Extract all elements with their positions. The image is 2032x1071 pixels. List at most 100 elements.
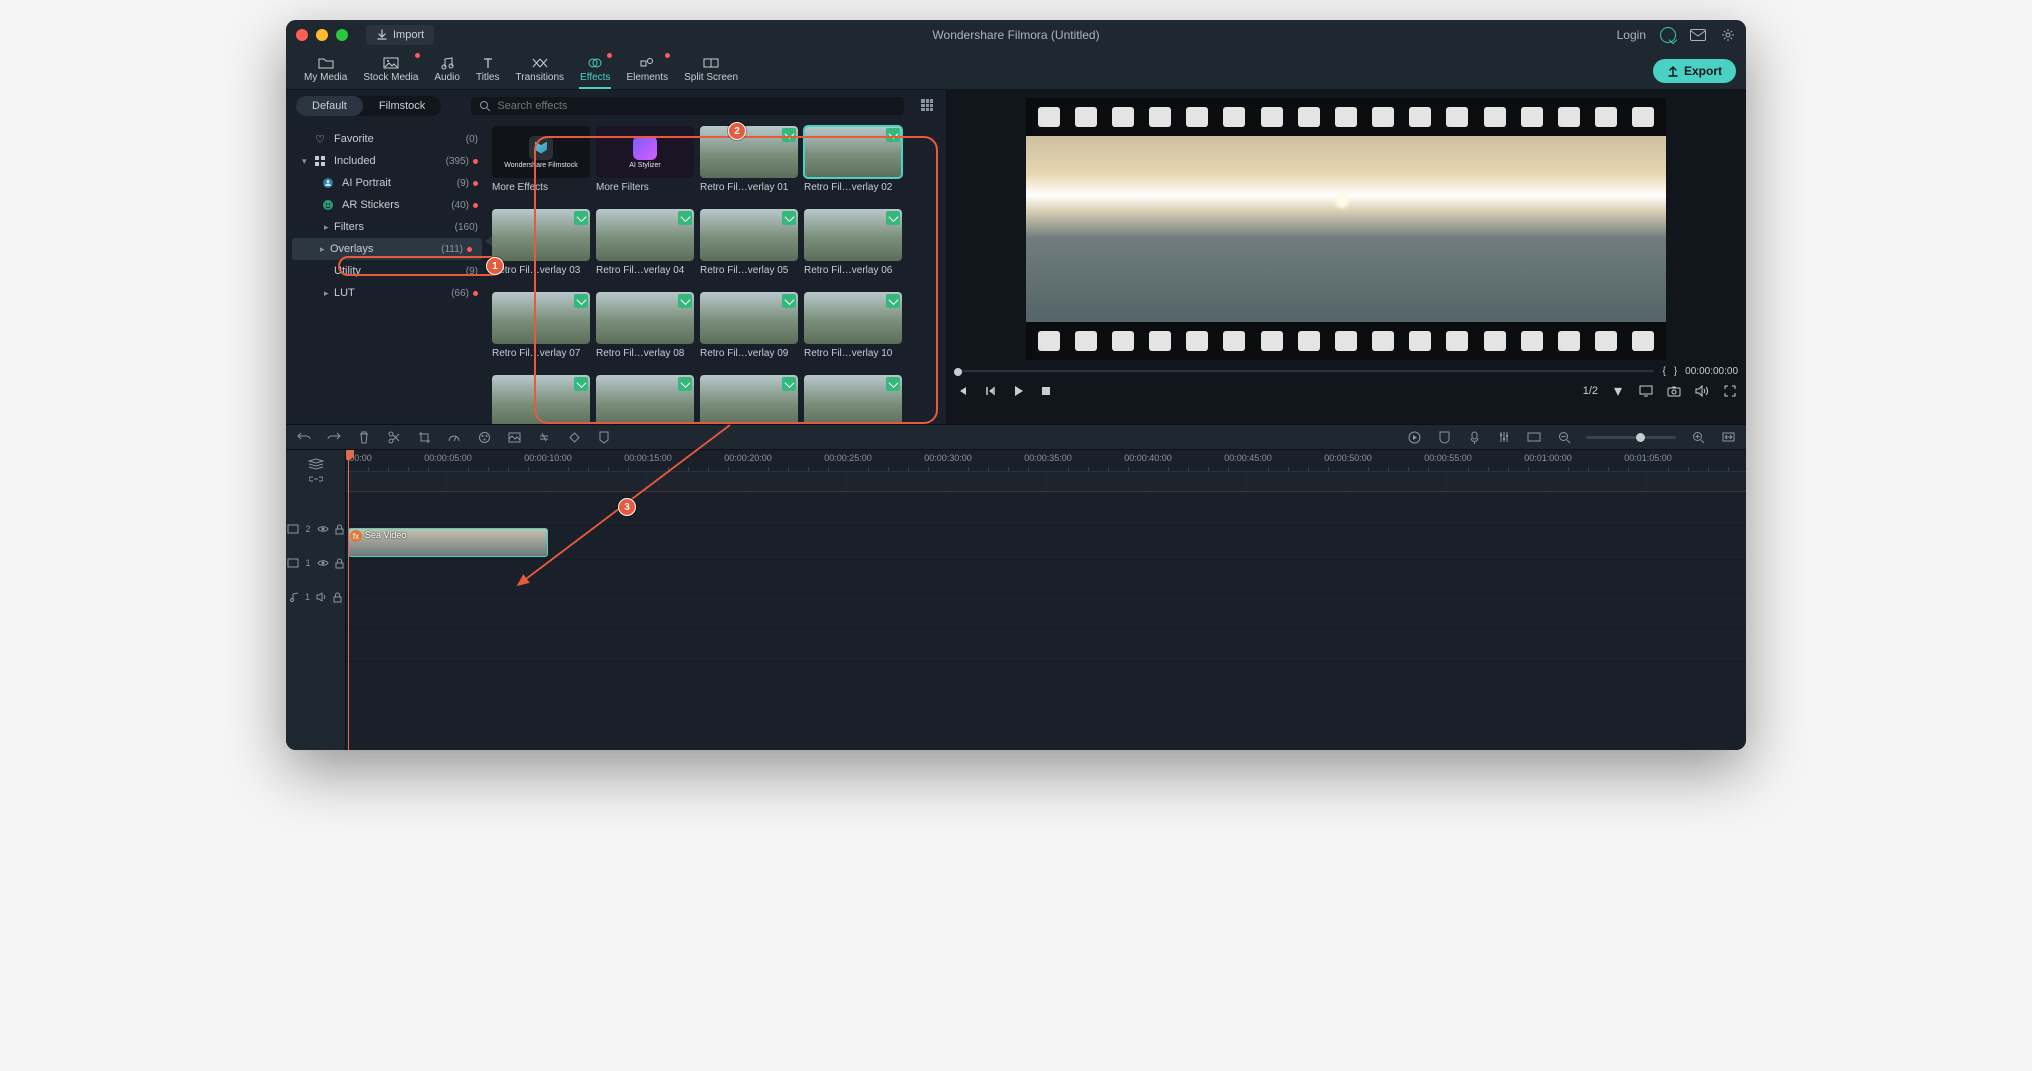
step-back-button[interactable] bbox=[982, 383, 998, 399]
timeline-body[interactable]: 00:00:00:0000:00:05:0000:00:10:0000:00:1… bbox=[346, 450, 1746, 750]
split-icon[interactable] bbox=[386, 429, 402, 445]
effect-more-filters[interactable]: AI StylizerMore Filters bbox=[596, 126, 694, 193]
segment-filmstock[interactable]: Filmstock bbox=[363, 96, 441, 116]
clip-label: Sea Video bbox=[365, 530, 406, 540]
effect-item[interactable]: Retro Fil…verlay 04 bbox=[596, 209, 694, 276]
login-link[interactable]: Login bbox=[1617, 28, 1646, 42]
zoom-ratio[interactable]: 1/2 bbox=[1583, 385, 1598, 397]
effect-item[interactable]: Retro Fil…verlay 10 bbox=[804, 292, 902, 359]
progress-slider[interactable] bbox=[954, 370, 1654, 373]
effect-item[interactable]: Retro Fil…verlay 02 bbox=[804, 126, 902, 193]
tab-my-media[interactable]: My Media bbox=[296, 53, 355, 89]
effect-item[interactable] bbox=[700, 375, 798, 424]
monitor-icon[interactable] bbox=[1638, 383, 1654, 399]
tab-split-screen[interactable]: Split Screen bbox=[676, 53, 746, 89]
record-icon[interactable] bbox=[1466, 429, 1482, 445]
render-icon[interactable] bbox=[1406, 429, 1422, 445]
playhead[interactable] bbox=[348, 450, 349, 750]
marker-icon[interactable] bbox=[596, 429, 612, 445]
tab-effects[interactable]: Effects bbox=[572, 53, 618, 89]
redo-icon[interactable] bbox=[326, 429, 342, 445]
audio-track-1[interactable] bbox=[346, 560, 1746, 594]
tab-audio[interactable]: Audio bbox=[426, 53, 468, 89]
crop-icon[interactable] bbox=[416, 429, 432, 445]
fit-icon[interactable] bbox=[1720, 429, 1736, 445]
sidebar-item-ai-portrait[interactable]: AI Portrait(9) bbox=[286, 172, 488, 194]
badge-icon[interactable] bbox=[1436, 429, 1452, 445]
effect-item[interactable] bbox=[804, 375, 902, 424]
segment-default[interactable]: Default bbox=[296, 96, 363, 116]
video-track-2[interactable] bbox=[346, 492, 1746, 526]
eye-icon[interactable] bbox=[317, 559, 329, 567]
effect-item[interactable]: Retro Fil…verlay 05 bbox=[700, 209, 798, 276]
green-screen-icon[interactable] bbox=[506, 429, 522, 445]
mixer-icon[interactable] bbox=[1496, 429, 1512, 445]
chevron-down-icon[interactable]: ▾ bbox=[1610, 383, 1626, 399]
track-header-v2[interactable]: 2 bbox=[286, 512, 345, 546]
search-input[interactable] bbox=[497, 100, 896, 112]
sidebar-item-utility[interactable]: Utility(9) bbox=[286, 260, 488, 282]
track-header-v1[interactable]: 1 bbox=[286, 546, 345, 580]
delete-icon[interactable] bbox=[356, 429, 372, 445]
video-track-1[interactable]: fx Sea Video bbox=[346, 526, 1746, 560]
filter-track[interactable] bbox=[346, 472, 1746, 492]
speaker-icon[interactable] bbox=[316, 592, 327, 602]
minimize-icon[interactable] bbox=[316, 29, 328, 41]
sidebar-item-filters[interactable]: ▸Filters(160) bbox=[286, 216, 488, 238]
effect-item[interactable] bbox=[492, 375, 590, 424]
empty-track[interactable] bbox=[346, 594, 1746, 628]
close-icon[interactable] bbox=[296, 29, 308, 41]
effect-item[interactable] bbox=[596, 375, 694, 424]
import-button[interactable]: Import bbox=[366, 25, 434, 45]
mail-icon[interactable] bbox=[1690, 27, 1706, 43]
timeline-clip[interactable]: fx Sea Video bbox=[348, 528, 548, 557]
effect-item[interactable]: Retro Fil…verlay 08 bbox=[596, 292, 694, 359]
volume-icon[interactable] bbox=[1694, 383, 1710, 399]
effect-item[interactable]: Retro Fil…verlay 06 bbox=[804, 209, 902, 276]
speed-icon[interactable] bbox=[446, 429, 462, 445]
undo-icon[interactable] bbox=[296, 429, 312, 445]
keyframe-icon[interactable] bbox=[566, 429, 582, 445]
zoom-in-icon[interactable] bbox=[1690, 429, 1706, 445]
lock-icon[interactable] bbox=[335, 558, 344, 569]
effect-item[interactable]: Retro Fil…verlay 07 bbox=[492, 292, 590, 359]
effect-item[interactable]: Retro Fil…verlay 01 bbox=[700, 126, 798, 193]
mark-in-icon[interactable]: { bbox=[1662, 366, 1665, 377]
sidebar-item-favorite[interactable]: ♡Favorite(0) bbox=[286, 128, 488, 150]
track-manager[interactable] bbox=[286, 450, 345, 492]
play-button[interactable] bbox=[1010, 383, 1026, 399]
lock-icon[interactable] bbox=[333, 592, 342, 603]
sidebar-item-included[interactable]: ▾Included(395) bbox=[286, 150, 488, 172]
lock-icon[interactable] bbox=[335, 524, 344, 535]
snapshot-icon[interactable] bbox=[1666, 383, 1682, 399]
timeline-ruler[interactable]: 00:00:00:0000:00:05:0000:00:10:0000:00:1… bbox=[346, 450, 1746, 472]
tab-elements[interactable]: Elements bbox=[618, 53, 676, 89]
mark-out-icon[interactable]: } bbox=[1674, 366, 1677, 377]
maximize-icon[interactable] bbox=[336, 29, 348, 41]
effect-thumbnail bbox=[700, 209, 798, 261]
zoom-slider[interactable] bbox=[1586, 436, 1676, 439]
sidebar-item-lut[interactable]: ▸LUT(66) bbox=[286, 282, 488, 304]
export-button[interactable]: Export bbox=[1653, 59, 1736, 83]
track-header-a1[interactable]: 1 bbox=[286, 580, 345, 614]
fullscreen-icon[interactable] bbox=[1722, 383, 1738, 399]
mosaic-icon[interactable] bbox=[536, 429, 552, 445]
color-icon[interactable] bbox=[476, 429, 492, 445]
stop-button[interactable] bbox=[1038, 383, 1054, 399]
empty-track[interactable] bbox=[346, 628, 1746, 662]
effect-more-effects[interactable]: Wondershare FilmstockMore Effects bbox=[492, 126, 590, 193]
effect-item[interactable]: Retro Fil…verlay 09 bbox=[700, 292, 798, 359]
eye-icon[interactable] bbox=[317, 525, 329, 533]
grid-view-icon[interactable] bbox=[920, 98, 936, 114]
tab-titles[interactable]: Titles bbox=[468, 53, 508, 89]
sidebar-item-ar-stickers[interactable]: AR Stickers(40) bbox=[286, 194, 488, 216]
prev-frame-button[interactable] bbox=[954, 383, 970, 399]
settings-icon[interactable] bbox=[1720, 27, 1736, 43]
sidebar-item-overlays[interactable]: ▸Overlays(111) bbox=[292, 238, 482, 260]
effect-item[interactable]: Retro Fil…verlay 03 bbox=[492, 209, 590, 276]
tab-transitions[interactable]: Transitions bbox=[508, 53, 573, 89]
zoom-out-icon[interactable] bbox=[1556, 429, 1572, 445]
tab-stock-media[interactable]: Stock Media bbox=[355, 53, 426, 89]
help-icon[interactable] bbox=[1660, 27, 1676, 43]
aspect-icon[interactable] bbox=[1526, 429, 1542, 445]
